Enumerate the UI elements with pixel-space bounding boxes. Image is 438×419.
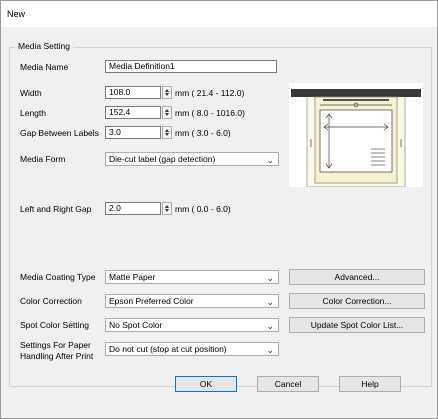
length-label: Length xyxy=(20,108,46,118)
coating-select[interactable]: Matte Paper ⌄ xyxy=(105,270,279,284)
spin-up-icon[interactable] xyxy=(165,205,169,208)
chevron-down-icon: ⌄ xyxy=(266,155,274,165)
color-correction-button[interactable]: Color Correction... xyxy=(289,293,425,309)
advanced-button[interactable]: Advanced... xyxy=(289,269,425,285)
coating-label: Media Coating Type xyxy=(20,272,96,282)
spin-down-icon[interactable] xyxy=(165,209,169,212)
spin-up-icon[interactable] xyxy=(165,129,169,132)
spot-color-select[interactable]: No Spot Color ⌄ xyxy=(105,318,279,332)
color-correction-value: Epson Preferred Color xyxy=(109,296,194,306)
spin-up-icon[interactable] xyxy=(165,109,169,112)
paper-handling-value: Do not cut (stop at cut position) xyxy=(109,344,227,354)
spin-down-icon[interactable] xyxy=(165,133,169,136)
new-media-dialog: New Media Setting Media Name Media Defin… xyxy=(0,0,438,419)
gap-label: Gap Between Labels xyxy=(20,128,99,138)
left-right-gap-spinner[interactable] xyxy=(162,202,172,215)
spin-down-icon[interactable] xyxy=(165,113,169,116)
left-right-gap-label: Left and Right Gap xyxy=(20,204,92,214)
media-name-input[interactable]: Media Definition1 xyxy=(105,60,277,73)
media-form-select[interactable]: Die-cut label (gap detection) ⌄ xyxy=(105,152,279,166)
gap-spinner[interactable] xyxy=(162,126,172,139)
chevron-down-icon: ⌄ xyxy=(266,273,274,283)
gap-range: mm ( 3.0 - 6.0) xyxy=(175,128,231,138)
chevron-down-icon: ⌄ xyxy=(266,297,274,307)
spot-color-value: No Spot Color xyxy=(109,320,163,330)
chevron-down-icon: ⌄ xyxy=(266,321,274,331)
media-form-label: Media Form xyxy=(20,154,66,164)
gap-input[interactable]: 3.0 xyxy=(105,126,161,139)
coating-value: Matte Paper xyxy=(109,272,156,282)
left-right-gap-input[interactable]: 2.0 xyxy=(105,202,161,215)
update-spot-color-list-button[interactable]: Update Spot Color List... xyxy=(289,317,425,333)
title-bar[interactable]: New xyxy=(1,1,437,27)
ok-button[interactable]: OK xyxy=(175,376,237,392)
length-range: mm ( 8.0 - 1016.0) xyxy=(175,108,245,118)
color-correction-select[interactable]: Epson Preferred Color ⌄ xyxy=(105,294,279,308)
width-input[interactable]: 108.0 xyxy=(105,86,161,99)
media-name-label: Media Name xyxy=(20,62,69,72)
color-correction-label: Color Correction xyxy=(20,296,82,306)
length-input[interactable]: 152.4 xyxy=(105,106,161,119)
chevron-down-icon: ⌄ xyxy=(266,345,274,355)
width-label: Width xyxy=(20,88,42,98)
length-spinner[interactable] xyxy=(162,106,172,119)
spin-down-icon[interactable] xyxy=(165,93,169,96)
spin-up-icon[interactable] xyxy=(165,89,169,92)
help-button[interactable]: Help xyxy=(339,376,401,392)
paper-handling-label-line2: Handling After Print xyxy=(20,351,94,361)
paper-handling-label-line1: Settings For Paper xyxy=(20,340,91,350)
cancel-button[interactable]: Cancel xyxy=(257,376,319,392)
spot-color-label: Spot Color Setting xyxy=(20,320,89,330)
window-title: New xyxy=(7,9,26,19)
width-range: mm ( 21.4 - 112.0) xyxy=(175,88,245,98)
group-label: Media Setting xyxy=(15,41,73,51)
media-preview-image xyxy=(289,83,423,187)
left-right-gap-range: mm ( 0.0 - 6.0) xyxy=(175,204,231,214)
media-form-value: Die-cut label (gap detection) xyxy=(109,154,216,164)
paper-handling-select[interactable]: Do not cut (stop at cut position) ⌄ xyxy=(105,342,279,356)
width-spinner[interactable] xyxy=(162,86,172,99)
